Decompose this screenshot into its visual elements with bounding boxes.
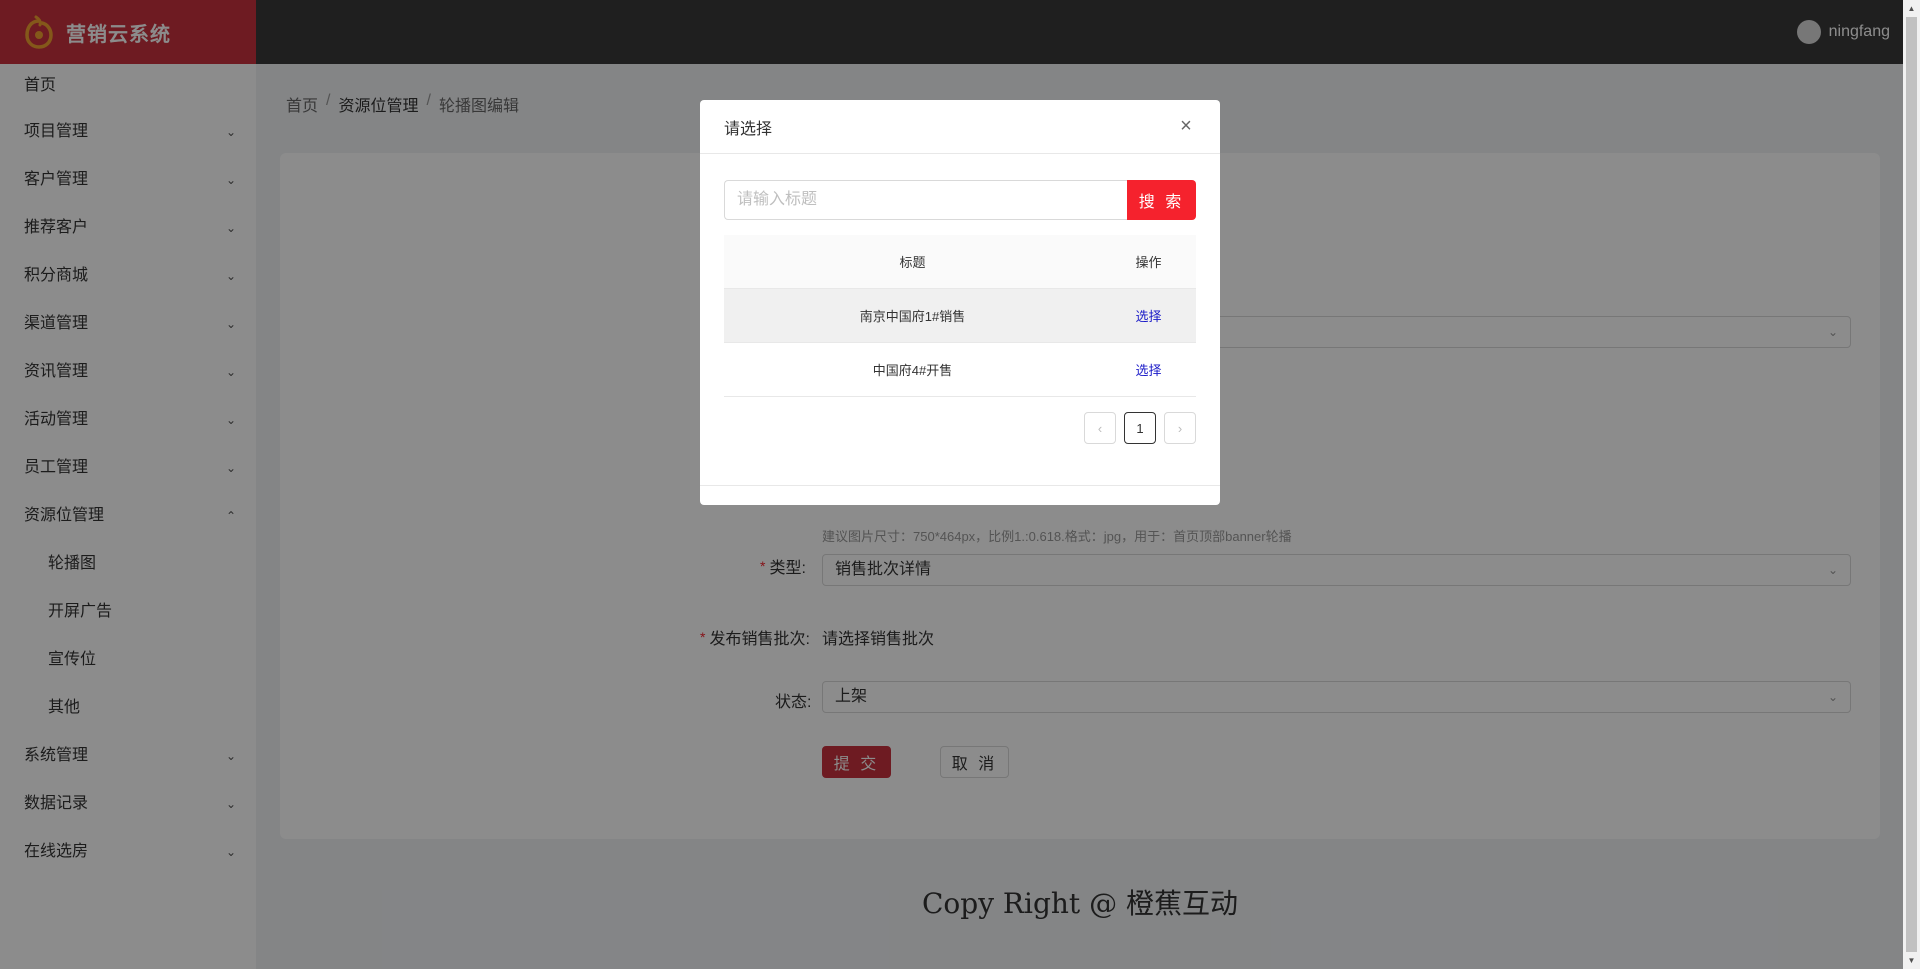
modal-header: 请选择 × bbox=[700, 100, 1220, 154]
modal-footer-divider bbox=[700, 485, 1220, 486]
page-1-button[interactable]: 1 bbox=[1124, 412, 1156, 444]
select-modal: 请选择 × 搜 索 标题 操作 南京中国府1#销售 选择 中国府4#开售 选择 … bbox=[700, 100, 1220, 505]
scroll-up-icon[interactable]: ▲ bbox=[1903, 0, 1920, 17]
column-header-op: 操作 bbox=[1135, 255, 1162, 270]
next-page-button[interactable]: › bbox=[1164, 412, 1196, 444]
row-title: 中国府4#开售 bbox=[872, 363, 953, 378]
results-table: 标题 操作 南京中国府1#销售 选择 中国府4#开售 选择 bbox=[724, 235, 1196, 397]
page-scrollbar[interactable]: ▲ ▼ bbox=[1903, 0, 1920, 969]
row-title: 南京中国府1#销售 bbox=[859, 309, 966, 324]
search-row: 搜 索 bbox=[724, 180, 1196, 220]
scroll-thumb[interactable] bbox=[1906, 17, 1917, 952]
search-button[interactable]: 搜 索 bbox=[1127, 180, 1196, 220]
column-header-title: 标题 bbox=[899, 255, 926, 270]
table-header: 标题 操作 bbox=[724, 235, 1196, 289]
prev-page-button[interactable]: ‹ bbox=[1084, 412, 1116, 444]
scroll-down-icon[interactable]: ▼ bbox=[1903, 952, 1920, 969]
pagination: ‹ 1 › bbox=[1076, 412, 1196, 444]
select-link[interactable]: 选择 bbox=[1135, 363, 1161, 378]
select-link[interactable]: 选择 bbox=[1135, 309, 1161, 324]
table-row[interactable]: 中国府4#开售 选择 bbox=[724, 343, 1196, 397]
search-input[interactable] bbox=[724, 180, 1127, 220]
modal-title: 请选择 bbox=[724, 120, 773, 138]
table-row[interactable]: 南京中国府1#销售 选择 bbox=[724, 289, 1196, 343]
close-icon[interactable]: × bbox=[1176, 115, 1196, 137]
